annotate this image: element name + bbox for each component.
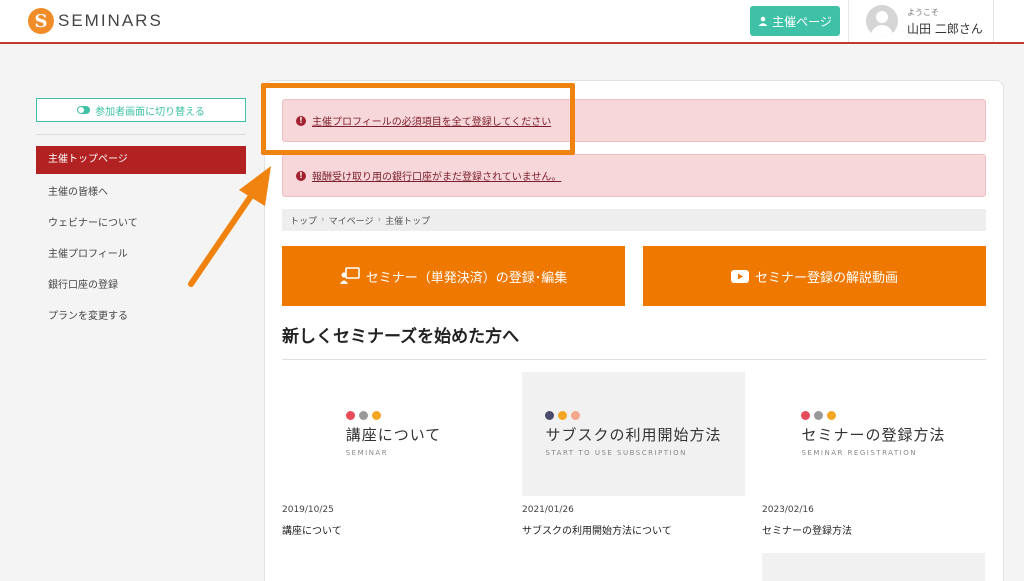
- breadcrumb-mypage[interactable]: マイページ: [329, 214, 374, 227]
- card-image-title: サブスクの利用開始方法: [545, 426, 722, 444]
- presentation-icon: [339, 267, 360, 284]
- toggle-icon: [77, 106, 91, 114]
- video-play-icon: [730, 269, 749, 283]
- breadcrumb: トップ › マイページ › 主催トップ: [282, 209, 986, 231]
- card-dots: [545, 411, 581, 420]
- register-seminar-button[interactable]: セミナー（単発決済）の登録･編集: [282, 246, 625, 306]
- card-dots: [345, 411, 381, 420]
- section-divider: [282, 359, 986, 360]
- avatar: [866, 5, 898, 37]
- host-page-label: 主催ページ: [772, 14, 832, 29]
- user-menu[interactable]: ようこそ 山田 二郎さん: [848, 0, 994, 42]
- site-logo[interactable]: S SEMINARS: [28, 8, 163, 34]
- card-image-subscription[interactable]: サブスクの利用開始方法 START TO USE SUBSCRIPTION: [522, 372, 745, 496]
- chevron-right-icon: ›: [377, 215, 382, 225]
- card-image-subtitle: SEMINAR REGISTRATION: [801, 449, 917, 457]
- card-image-title: 講座について: [345, 426, 442, 444]
- card-date: 2021/01/26: [522, 505, 574, 515]
- top-header: S SEMINARS 主催ページ ようこそ 山田 二郎さん: [0, 0, 1024, 44]
- logo-mark: S: [28, 8, 54, 34]
- section-title: 新しくセミナーズを始めた方へ: [282, 327, 520, 347]
- pointer-arrow-icon: [188, 166, 271, 287]
- card-link[interactable]: 講座について: [282, 522, 342, 537]
- tutorial-video-label: セミナー登録の解説動画: [754, 270, 898, 286]
- card-image-subtitle: SEMINAR: [345, 449, 389, 457]
- card-image-subtitle: START TO USE SUBSCRIPTION: [545, 449, 687, 457]
- user-icon: [758, 16, 768, 26]
- switch-label: 参加者画面に切り替える: [95, 106, 205, 118]
- sidebar-divider: [36, 134, 246, 135]
- register-seminar-label: セミナー（単発決済）の登録･編集: [365, 270, 568, 286]
- card-image-partial[interactable]: [762, 553, 985, 581]
- card-link[interactable]: セミナーの登録方法: [762, 522, 852, 537]
- logo-text: SEMINARS: [58, 11, 163, 30]
- breadcrumb-top[interactable]: トップ: [290, 214, 317, 227]
- bank-alert-link[interactable]: 報酬受け取り用の銀行口座がまだ登録されていません。: [312, 168, 561, 183]
- bank-alert[interactable]: ! 報酬受け取り用の銀行口座がまだ登録されていません。: [282, 154, 986, 197]
- sidebar-item-change-plan[interactable]: プランを変更する: [36, 301, 246, 332]
- card-date: 2019/10/25: [282, 505, 334, 515]
- tutorial-video-button[interactable]: セミナー登録の解説動画: [643, 246, 986, 306]
- card-link[interactable]: サブスクの利用開始方法について: [522, 522, 672, 537]
- highlight-frame: [261, 83, 575, 155]
- switch-to-participant-button[interactable]: 参加者画面に切り替える: [36, 98, 246, 122]
- card-image-registration[interactable]: セミナーの登録方法 SEMINAR REGISTRATION: [762, 372, 985, 496]
- host-page-button[interactable]: 主催ページ: [750, 6, 840, 36]
- chevron-right-icon: ›: [321, 215, 325, 225]
- card-image-title: セミナーの登録方法: [801, 426, 946, 444]
- user-name: 山田 二郎さん: [907, 22, 983, 36]
- exclamation-icon: !: [296, 170, 306, 181]
- welcome-text: ようこそ: [907, 8, 939, 17]
- card-dots: [801, 411, 837, 420]
- breadcrumb-current: 主催トップ: [385, 216, 431, 227]
- card-date: 2023/02/16: [762, 505, 814, 515]
- card-image-seminar[interactable]: 講座について SEMINAR: [282, 372, 505, 496]
